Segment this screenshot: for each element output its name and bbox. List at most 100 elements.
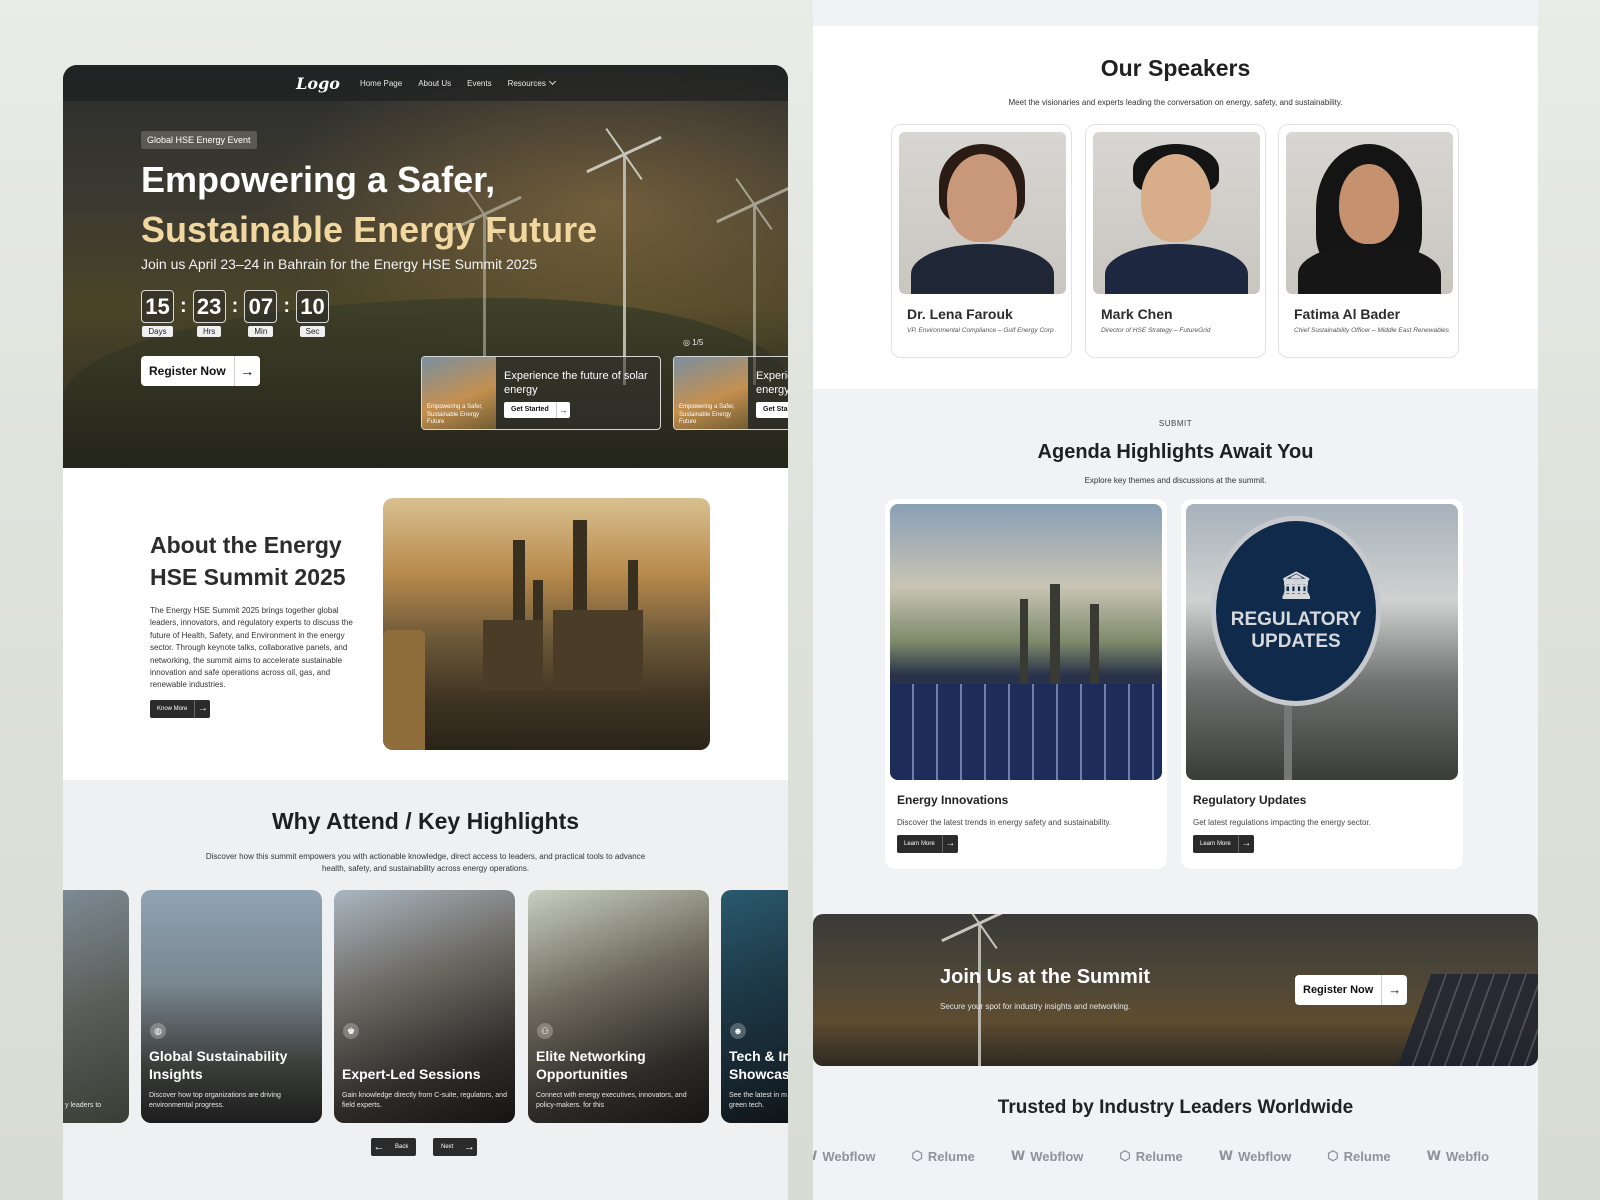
slide-counter-text: 1/5 <box>692 338 704 347</box>
agenda-label: SUBMIT <box>1158 419 1193 428</box>
speaker-role: Director of HSE Strategy – FutureGrid <box>1101 327 1211 334</box>
learn-more-button[interactable]: Learn More → <box>1193 835 1254 853</box>
highlight-card-partial[interactable]: y leaders to <box>63 890 129 1123</box>
speaker-photo <box>899 132 1066 294</box>
webflow-icon: 𝗪 <box>813 1148 817 1164</box>
hero-slide-card[interactable]: Empowering a Safer, Sustainable Energy F… <box>421 356 661 430</box>
carousel-back-button[interactable]: ← Back <box>371 1138 417 1156</box>
countdown-separator: : <box>231 295 239 317</box>
partner-logo-webflow: 𝗪 Webflow <box>1219 1148 1292 1164</box>
highlight-card-text: y leaders to <box>65 1102 102 1110</box>
highlight-card-tech[interactable]: ☻ Tech & In Showcas See the latest in m … <box>721 890 788 1123</box>
learn-more-label: Learn More <box>904 841 935 847</box>
speaker-face <box>1339 164 1399 244</box>
refinery-image <box>383 498 710 750</box>
logo[interactable]: Logo <box>296 74 340 93</box>
countdown-seconds: 10 Sec <box>296 290 330 337</box>
speakers-title: Our Speakers <box>1100 55 1251 81</box>
speaker-role: VP, Environmental Compliance – Gulf Ener… <box>907 327 1054 334</box>
relume-icon: ⬡ <box>911 1148 923 1163</box>
learn-more-button[interactable]: Learn More → <box>897 835 958 853</box>
speaker-card[interactable]: Dr. Lena Farouk VP, Environmental Compli… <box>891 124 1072 358</box>
webflow-icon: 𝗪 <box>1218 1148 1234 1163</box>
highlight-card-title: Tech & In Showcas <box>729 1047 788 1082</box>
cta-title: Join Us at the Summit <box>940 966 1151 988</box>
webflow-icon: 𝗪 <box>1426 1148 1441 1163</box>
refinery-structure <box>483 620 543 690</box>
arrow-right-icon: → <box>233 356 260 386</box>
bank-icon: 🏛 <box>1279 569 1313 600</box>
arrow-right-icon: → <box>1381 975 1407 1005</box>
get-started-button[interactable]: Get Started → <box>504 402 570 418</box>
trusted-title: Trusted by Industry Leaders Worldwide <box>997 1097 1354 1118</box>
know-more-button[interactable]: Know More → <box>150 700 211 718</box>
highlight-card-text: Discover how top organizations are drivi… <box>149 1092 281 1110</box>
nav-home[interactable]: Home Page <box>360 79 402 88</box>
learn-more-label: Learn More <box>1200 841 1231 847</box>
partner-logo-name: Relume <box>927 1148 975 1164</box>
carousel-next-button[interactable]: Next → <box>433 1138 478 1156</box>
cta-subtitle: Secure your spot for industry insights a… <box>940 1002 1131 1011</box>
arrow-left-icon: ← <box>373 1141 385 1153</box>
speaker-role: Chief Sustainability Officer – Middle Ea… <box>1294 327 1449 334</box>
speaker-card[interactable]: Fatima Al Bader Chief Sustainability Off… <box>1278 124 1459 358</box>
agenda-title: Agenda Highlights Await You <box>1037 441 1314 463</box>
hero-register-button[interactable]: Register Now → <box>141 356 260 386</box>
highlight-card-sustainability[interactable]: ◍ Global Sustainability Insights Discove… <box>141 890 322 1123</box>
nav-resources[interactable]: Resources <box>507 77 556 88</box>
sign-line2: UPDATES <box>1251 630 1341 652</box>
slide-title: Experience the future of solar energy <box>504 370 648 397</box>
countdown-value: 10 <box>296 290 330 323</box>
partner-logo-name: Webflow <box>1238 1148 1292 1164</box>
slide-counter: ◎ 1/5 <box>683 338 704 347</box>
countdown-value: 23 <box>192 290 226 323</box>
relume-icon: ⬡ <box>1327 1148 1339 1163</box>
speaker-photo <box>1093 132 1260 294</box>
countdown-value: 15 <box>141 290 174 323</box>
speaker-card[interactable]: Mark Chen Director of HSE Strategy – Fut… <box>1085 124 1266 358</box>
get-started-label: Get Started <box>763 406 788 413</box>
countdown-label: Sec <box>299 326 326 337</box>
countdown-value: 07 <box>244 290 278 323</box>
relume-icon: ⬡ <box>1119 1148 1131 1163</box>
partner-logo-relume: ⬡ Relume <box>1327 1148 1390 1164</box>
event-badge: Global HSE Energy Event <box>141 131 257 149</box>
about-title: About the Energy HSE Summit 2025 <box>150 532 346 590</box>
globe-icon: ◍ <box>150 1023 166 1039</box>
agenda-card-text: Discover the latest trends in energy saf… <box>897 818 1112 827</box>
why-title: Why Attend / Key Highlights <box>271 808 580 834</box>
speakers-subtitle: Meet the visionaries and experts leading… <box>1008 98 1343 107</box>
cta-banner <box>813 914 1538 1066</box>
countdown-separator: : <box>180 295 187 317</box>
regulatory-updates-image: 🏛 REGULATORY UPDATES <box>1186 504 1458 780</box>
partner-logo-name: Relume <box>1135 1148 1183 1164</box>
get-started-button[interactable]: Get Started → <box>756 402 788 418</box>
arrow-right-icon: → <box>1237 835 1254 853</box>
solar-panels <box>890 684 1162 780</box>
countdown-days: 15 Days <box>141 290 174 337</box>
nav-events[interactable]: Events <box>467 79 491 88</box>
partner-logo-name: Webflow <box>1030 1148 1084 1164</box>
cta-register-button[interactable]: Register Now → <box>1295 975 1408 1005</box>
agenda-card[interactable]: Energy Innovations Discover the latest t… <box>885 499 1167 869</box>
highlight-card-sessions[interactable]: ♚ Expert-Led Sessions Gain knowledge dir… <box>334 890 515 1123</box>
know-more-label: Know More <box>157 706 188 712</box>
speaker-face <box>1141 154 1211 242</box>
countdown-label: Days <box>142 326 173 337</box>
highlight-card-text: Gain knowledge directly from C-suite, re… <box>342 1092 507 1110</box>
nav-about[interactable]: About Us <box>418 79 451 88</box>
nav-resources-label: Resources <box>507 78 546 88</box>
slide-thumbnail-text: Empowering a Safer, Sustainable Energy F… <box>679 404 735 425</box>
arrow-right-icon: → <box>194 700 210 718</box>
slide-title: Experience the future of solar energy <box>756 370 788 397</box>
people-icon: ⚇ <box>537 1023 553 1039</box>
hero-slide-card[interactable]: Empowering a Safer, Sustainable Energy F… <box>673 356 788 430</box>
navbar: Logo Home Page About Us Events Resources <box>63 65 788 101</box>
highlight-card-networking[interactable]: ⚇ Elite Networking Opportunities Connect… <box>528 890 709 1123</box>
highlight-card-text: See the latest in m green tech. <box>729 1092 787 1110</box>
hero-title: Empowering a Safer, Sustainable Energy F… <box>141 155 701 254</box>
partner-logo-webflow: 𝗪 Webflo <box>1427 1148 1489 1164</box>
agenda-card[interactable]: 🏛 REGULATORY UPDATES Regulatory Updates … <box>1181 499 1463 869</box>
chevron-down-icon <box>548 77 556 85</box>
refinery-structure <box>553 610 643 690</box>
